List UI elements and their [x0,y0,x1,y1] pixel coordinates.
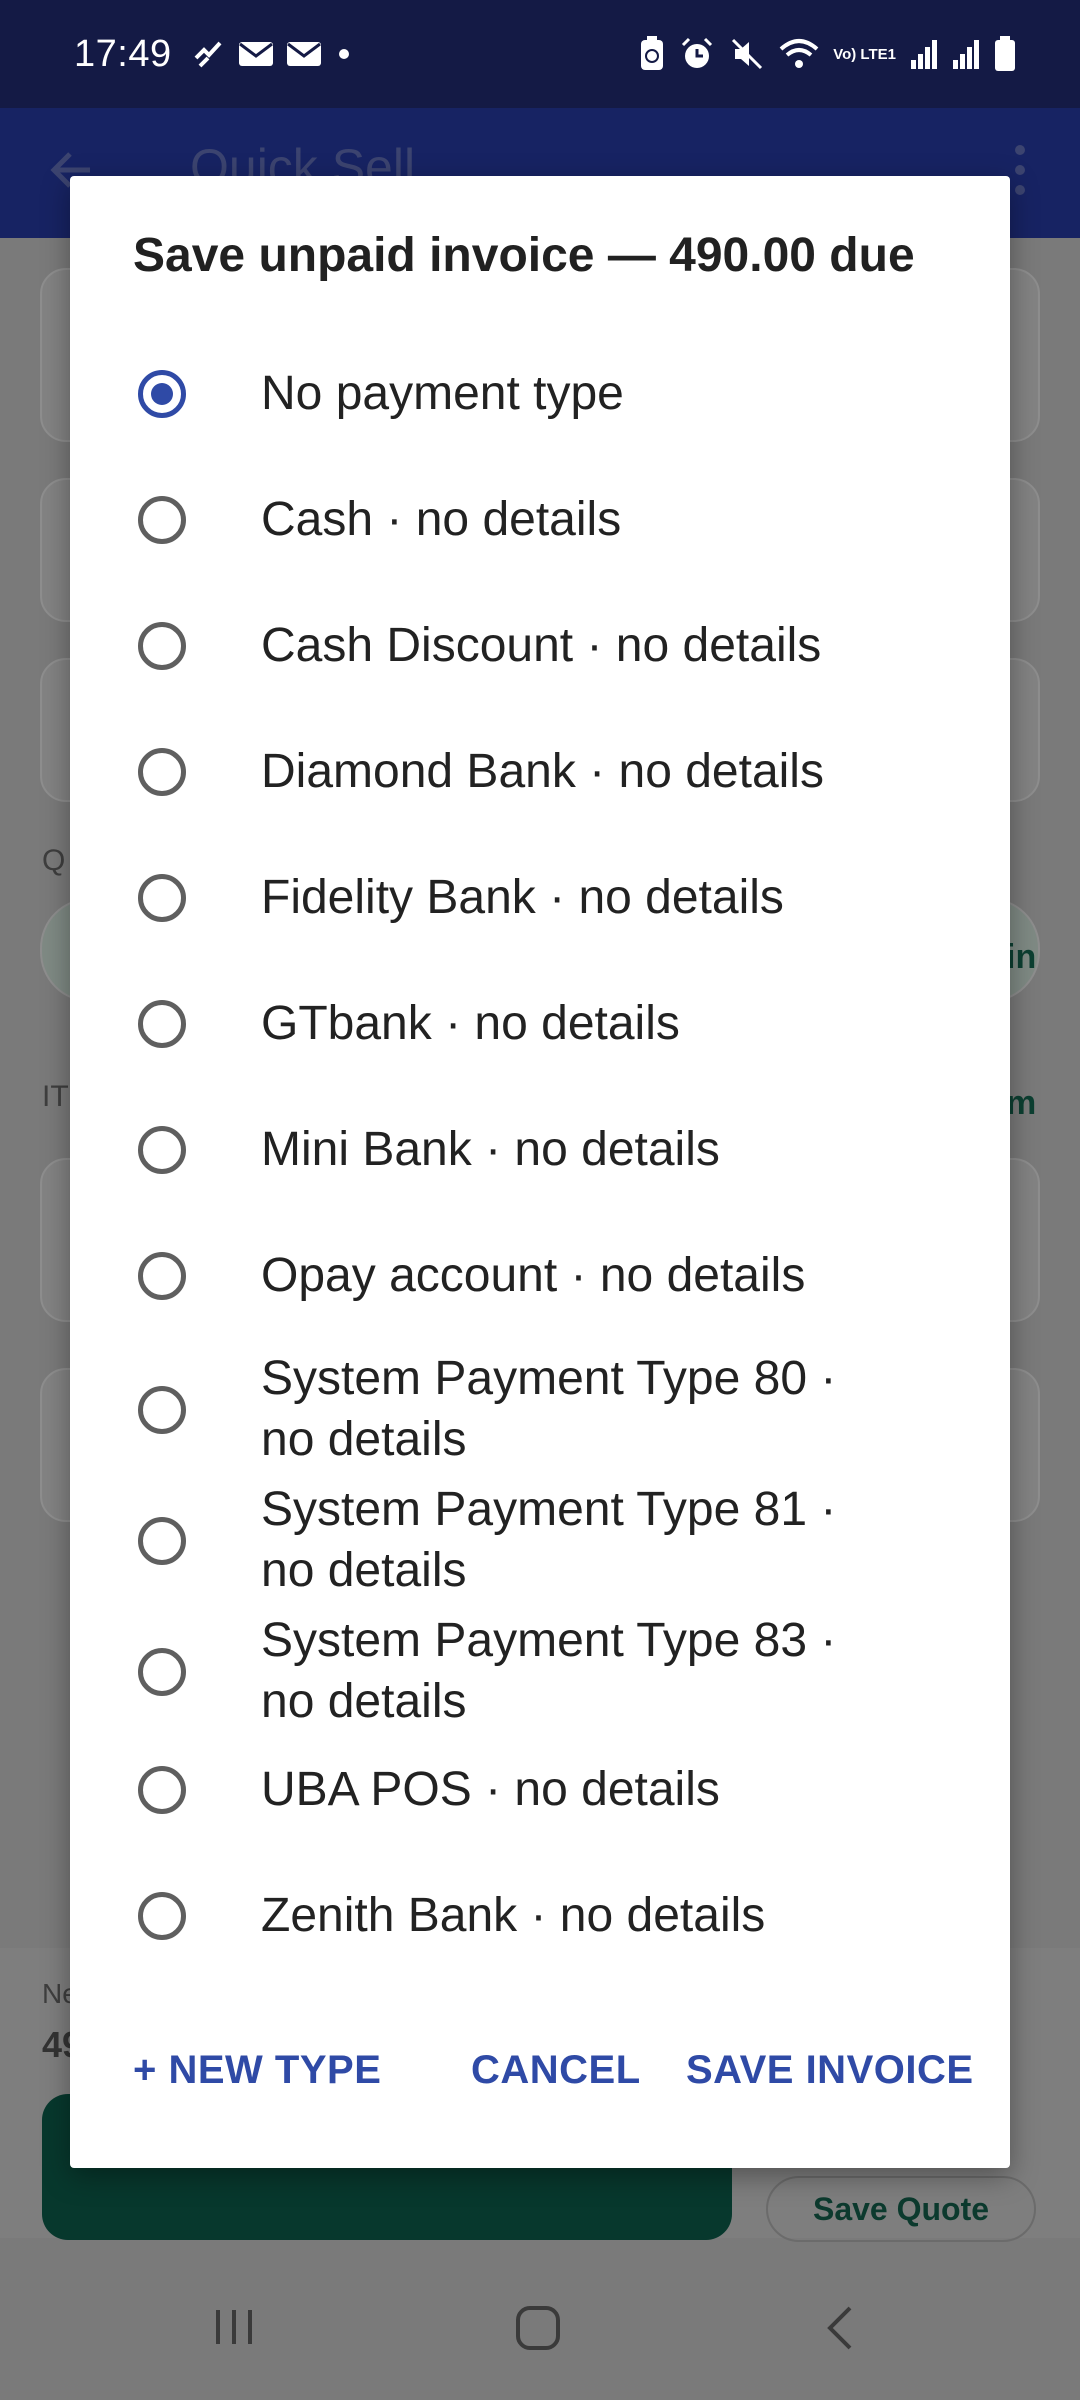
back-icon[interactable] [820,2304,860,2357]
option-label: System Payment Type 81 · no details [261,1483,837,1597]
save-quote-button[interactable]: Save Quote [766,2176,1036,2242]
payment-option[interactable]: Zenith Bank · no details [70,1856,1010,1976]
payment-option[interactable]: Diamond Bank · no details [70,712,1010,832]
system-nav-bar [0,2260,1080,2400]
option-label: System Payment Type 83 · no details [261,1614,837,1728]
option-label: System Payment Type 80 · no details [261,1352,837,1466]
radio-icon[interactable] [138,1000,186,1048]
option-label: Cash Discount · no details [261,619,822,672]
radio-icon[interactable] [138,1517,186,1565]
payment-option[interactable]: GTbank · no details [70,964,1010,1084]
new-type-button[interactable]: + NEW TYPE [133,2048,381,2093]
radio-icon[interactable] [138,1252,186,1300]
home-icon[interactable] [514,2304,562,2357]
activity-icon [190,36,226,72]
mute-icon [729,36,765,72]
option-label: Fidelity Bank · no details [261,871,784,924]
option-label: Zenith Bank · no details [261,1889,766,1942]
signal-icon [952,38,980,70]
radio-icon[interactable] [138,1766,186,1814]
payment-option[interactable]: Cash · no details [70,460,1010,580]
signal-icon [910,38,938,70]
section-label: Q [42,844,66,877]
status-time: 17:49 [74,32,172,75]
dialog-title: Save unpaid invoice — 490.00 due [133,229,915,282]
battery-saver-icon [639,36,665,72]
option-label: Cash · no details [261,493,622,546]
section-label: IT [42,1080,69,1113]
payment-option[interactable]: Mini Bank · no details [70,1090,1010,1210]
section-link: m [1006,1084,1037,1122]
payment-type-dialog: Save unpaid invoice — 490.00 due No paym… [70,176,1010,2168]
radio-icon[interactable] [138,1648,186,1696]
recents-icon[interactable] [212,2304,258,2355]
radio-icon[interactable] [138,748,186,796]
payment-option[interactable]: Cash Discount · no details [70,586,1010,706]
radio-icon[interactable] [138,1892,186,1940]
payment-option[interactable]: Fidelity Bank · no details [70,838,1010,958]
payment-option[interactable]: Opay account · no details [70,1216,1010,1336]
payment-option[interactable]: System Payment Type 80 · no details [70,1336,1010,1466]
notification-dot-icon [334,44,354,64]
cancel-button[interactable]: CANCEL [471,2048,641,2093]
status-bar: 17:49 Vo) LTE1 [0,0,1080,108]
option-label: Mini Bank · no details [261,1123,720,1176]
option-label: Opay account · no details [261,1249,806,1302]
option-label: GTbank · no details [261,997,680,1050]
radio-icon[interactable] [138,1126,186,1174]
payment-option[interactable]: UBA POS · no details [70,1730,1010,1850]
option-label: UBA POS · no details [261,1763,720,1816]
mail-icon [238,40,274,68]
radio-icon[interactable] [138,1386,186,1434]
option-label: Diamond Bank · no details [261,745,824,798]
payment-option[interactable]: No payment type [70,334,1010,454]
option-label: No payment type [261,367,624,420]
payment-option[interactable]: System Payment Type 83 · no details [70,1598,1010,1728]
radio-selected-icon[interactable] [138,370,186,418]
wifi-icon [779,37,819,71]
radio-icon[interactable] [138,622,186,670]
volte-icon: Vo) LTE1 [833,45,896,63]
radio-icon[interactable] [138,496,186,544]
battery-icon [994,36,1016,72]
mail-icon [286,40,322,68]
chip-text: in [1006,938,1037,976]
payment-option[interactable]: System Payment Type 81 · no details [70,1467,1010,1597]
more-vert-icon[interactable] [1008,140,1032,205]
radio-icon[interactable] [138,874,186,922]
save-invoice-button[interactable]: SAVE INVOICE [686,2048,974,2093]
alarm-icon [679,36,715,72]
